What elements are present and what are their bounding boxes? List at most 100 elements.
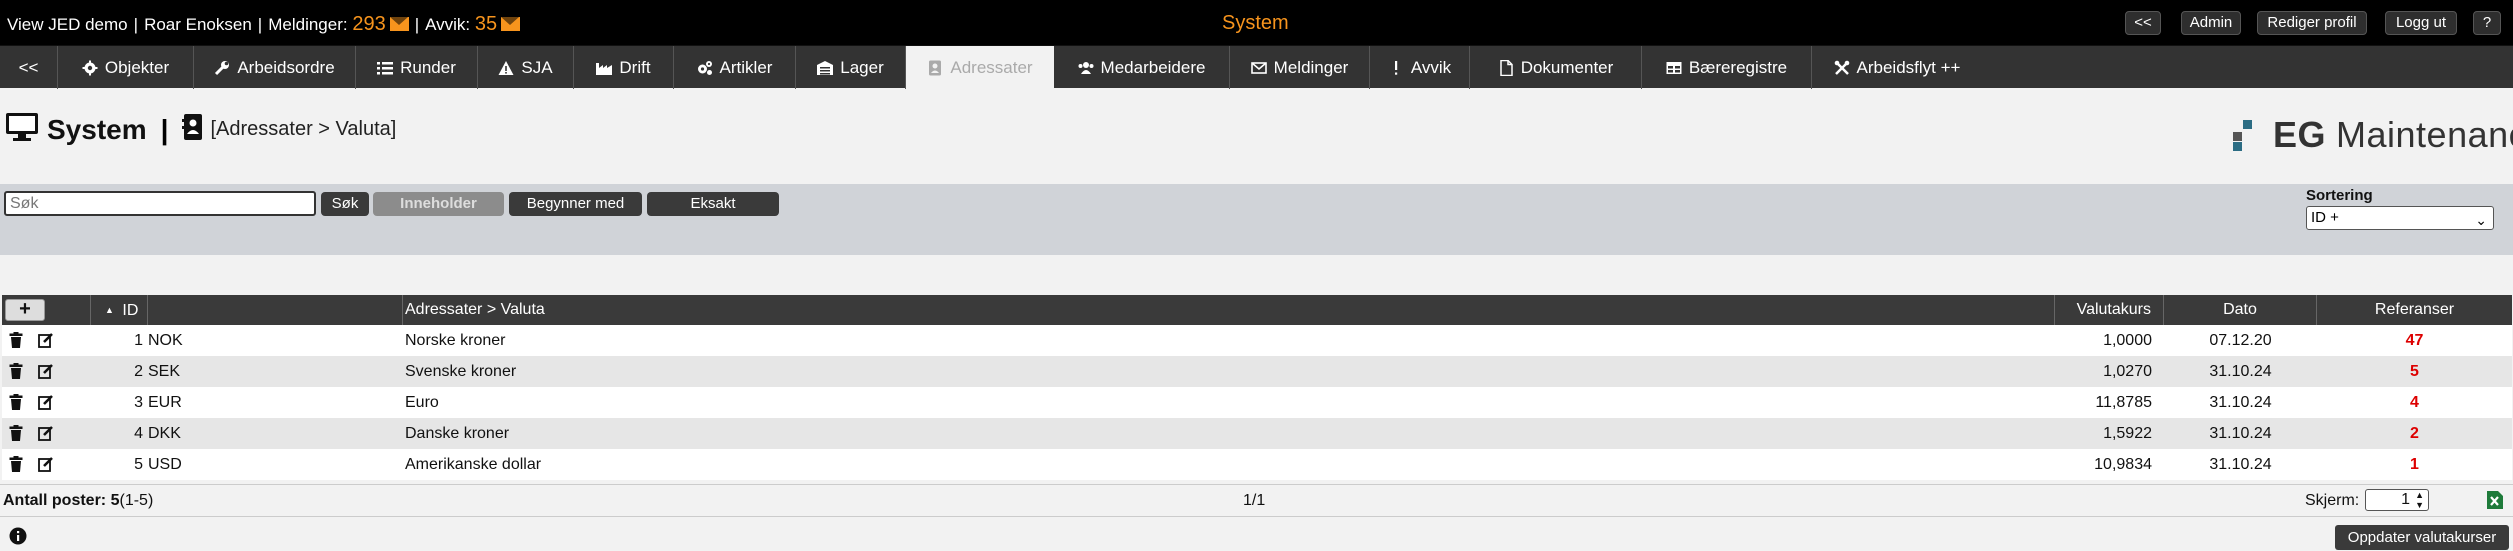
search-button[interactable]: Søk [321, 192, 369, 216]
admin-button[interactable]: Admin [2181, 11, 2241, 35]
tab-artikler[interactable]: Artikler [674, 46, 796, 89]
cell-name: Svenske kroner [405, 363, 517, 380]
wrench-icon [214, 60, 230, 76]
contains-button[interactable]: Inneholder [373, 192, 504, 216]
header-date[interactable]: Dato [2164, 295, 2317, 325]
count-label: Antall poster: [3, 492, 107, 509]
tab-lager[interactable]: Lager [796, 46, 906, 89]
tab-baereregistre[interactable]: Bæreregistre [1642, 46, 1812, 89]
trash-icon[interactable] [8, 332, 24, 353]
system-title: System [1222, 12, 1289, 34]
tab-adressater[interactable]: Adressater [906, 46, 1054, 89]
logout-button[interactable]: Logg ut [2385, 11, 2457, 35]
cell-name: Euro [405, 394, 439, 411]
sort-asc-icon: ▲ [105, 305, 114, 315]
sort-select[interactable]: ID + ⌄ [2306, 206, 2494, 230]
cell-id: 2 [134, 363, 143, 380]
screen-stepper[interactable]: 1 ▲ ▼ [2365, 489, 2429, 511]
page-indicator: 1/1 [1243, 492, 1266, 509]
tab-drift[interactable]: Drift [574, 46, 674, 89]
back-button[interactable]: << [2125, 11, 2161, 35]
table-footer: Antall poster: 5(1-5) 1/1 Skjerm: 1 ▲ ▼ [0, 484, 2513, 515]
starts-with-button[interactable]: Begynner med [509, 192, 642, 216]
edit-profile-button[interactable]: Rediger profil [2257, 11, 2367, 35]
eg-logo-icon [2233, 120, 2261, 151]
factory-icon [596, 60, 613, 76]
messages-count[interactable]: 293 [352, 13, 385, 35]
header-rate[interactable]: Valutakurs [2055, 295, 2164, 325]
currency-table: + ▲ ID Adressater > Valuta Valutakurs Da… [2, 295, 2512, 480]
table-row[interactable]: 1 NOK Norske kroner 1,0000 07.12.20 47 [2, 325, 2512, 356]
trash-icon[interactable] [8, 363, 24, 384]
cell-date: 07.12.20 [2209, 332, 2272, 349]
cell-refs[interactable]: 5 [2317, 356, 2512, 387]
header-refs[interactable]: Referanser [2317, 295, 2512, 325]
cell-code: NOK [148, 332, 183, 349]
tab-medarbeidere[interactable]: Medarbeidere [1054, 46, 1230, 89]
trash-icon[interactable] [8, 425, 24, 446]
cell-code: DKK [148, 425, 181, 442]
help-button[interactable]: ? [2473, 11, 2501, 35]
warning-icon [498, 60, 514, 76]
header-name[interactable]: Adressater > Valuta [403, 295, 2055, 325]
cell-date: 31.10.24 [2209, 363, 2272, 380]
edit-icon[interactable] [38, 332, 54, 353]
info-icon[interactable] [9, 527, 27, 550]
table-row[interactable]: 4 DKK Danske kroner 1,5922 31.10.24 2 [2, 418, 2512, 449]
tab-label: Meldinger [1273, 58, 1349, 77]
tab-meldinger[interactable]: Meldinger [1230, 46, 1370, 89]
warehouse-icon [817, 60, 834, 76]
tab-arbeidsordre[interactable]: Arbeidsordre [194, 46, 356, 89]
edit-icon[interactable] [38, 394, 54, 415]
tab-avvik[interactable]: Avvik [1370, 46, 1470, 89]
envelope-icon [1250, 60, 1267, 76]
cell-id: 1 [134, 332, 143, 349]
nav-collapse-button[interactable]: << [0, 46, 58, 89]
trash-icon[interactable] [8, 394, 24, 415]
user-name[interactable]: Roar Enoksen [144, 15, 252, 34]
cell-code: SEK [148, 363, 181, 380]
tab-arbeidsflyt[interactable]: Arbeidsflyt ++ [1812, 46, 1982, 89]
tab-sja[interactable]: SJA [478, 46, 574, 89]
table-row[interactable]: 2 SEK Svenske kroner 1,0270 31.10.24 5 [2, 356, 2512, 387]
deviations-count[interactable]: 35 [475, 13, 497, 35]
tab-label: Medarbeidere [1100, 58, 1206, 77]
top-bar: View JED demo | Roar Enoksen | Meldinger: 29… [0, 0, 2513, 45]
cell-refs[interactable]: 1 [2317, 449, 2512, 480]
screen-label: Skjerm: [2305, 492, 2360, 509]
header-id-label: ID [122, 302, 139, 319]
view-label: View JED demo [7, 15, 128, 34]
header-id[interactable]: ▲ ID [91, 295, 148, 325]
tab-label: Artikler [719, 58, 773, 77]
stepper-arrows-icon[interactable]: ▲ ▼ [2415, 490, 2424, 510]
edit-icon[interactable] [38, 425, 54, 446]
cell-refs[interactable]: 4 [2317, 387, 2512, 418]
exact-button[interactable]: Eksakt [647, 192, 779, 216]
update-rates-button[interactable]: Oppdater valutakurser [2335, 525, 2509, 550]
envelope-icon[interactable] [501, 17, 521, 31]
trash-icon[interactable] [8, 456, 24, 477]
title-separator: | [160, 113, 169, 145]
cell-date: 31.10.24 [2209, 394, 2272, 411]
tab-label: Lager [840, 58, 884, 77]
nav-collapse-label: << [18, 58, 39, 77]
table-row[interactable]: 3 EUR Euro 11,8785 31.10.24 4 [2, 387, 2512, 418]
search-input[interactable] [4, 191, 316, 216]
envelope-icon[interactable] [389, 17, 409, 31]
table-row[interactable]: 5 USD Amerikanske dollar 10,9834 31.10.24 1 [2, 449, 2512, 480]
excel-icon[interactable] [2486, 490, 2504, 515]
add-button[interactable]: + [5, 299, 45, 321]
cell-code: EUR [148, 394, 182, 411]
tab-objekter[interactable]: Objekter [58, 46, 194, 89]
sort-label: Sortering [2306, 187, 2373, 204]
cell-rate: 1,0270 [2103, 363, 2152, 380]
edit-icon[interactable] [38, 456, 54, 477]
cell-rate: 10,9834 [2094, 456, 2152, 473]
tab-dokumenter[interactable]: Dokumenter [1470, 46, 1642, 89]
cell-refs[interactable]: 47 [2317, 325, 2512, 356]
tab-runder[interactable]: Runder [356, 46, 478, 89]
edit-icon[interactable] [38, 363, 54, 384]
cell-refs[interactable]: 2 [2317, 418, 2512, 449]
table-icon [1666, 60, 1682, 76]
cell-rate: 1,5922 [2103, 425, 2152, 442]
